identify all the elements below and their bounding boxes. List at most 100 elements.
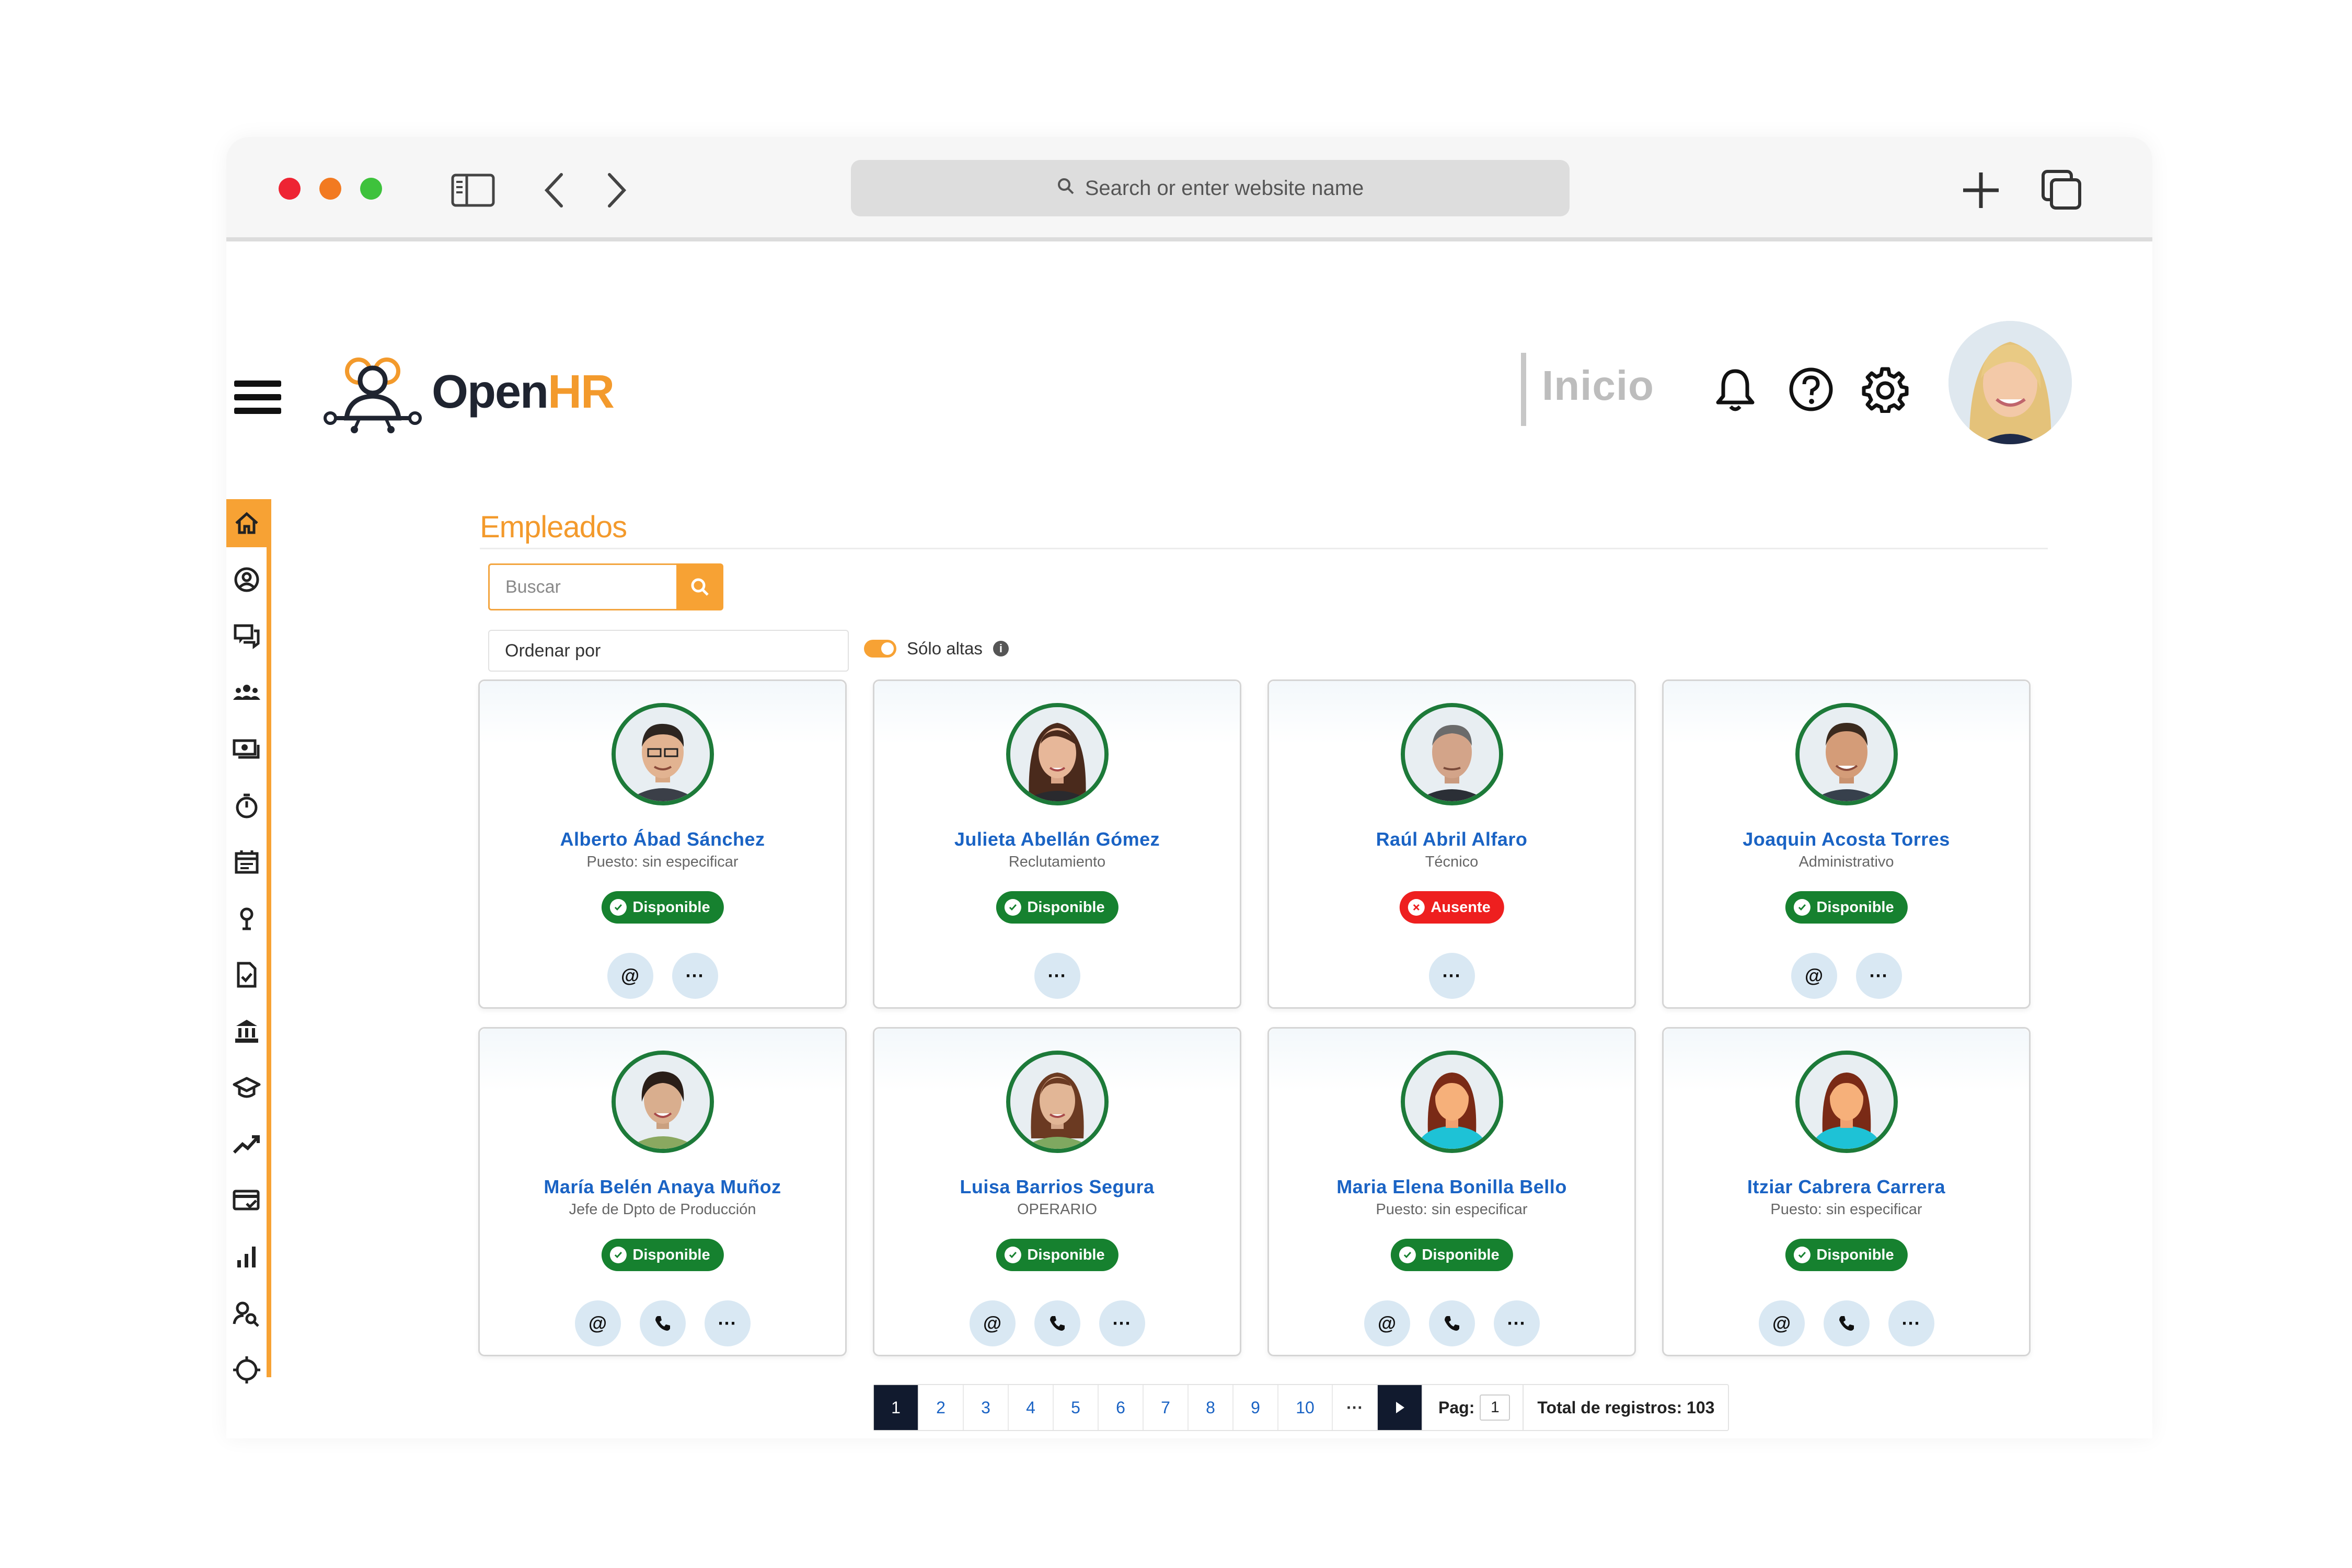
more-options-button[interactable]: ···	[1493, 1300, 1540, 1346]
page-ellipsis[interactable]: ···	[1333, 1385, 1378, 1430]
employee-card[interactable]: Maria Elena Bonilla Bello Puesto: sin es…	[1267, 1027, 1636, 1356]
window-minimize-button[interactable]	[319, 178, 341, 200]
sidebar-item-profile[interactable]	[226, 556, 267, 604]
employee-card[interactable]: Joaquin Acosta Torres Administrativo Dis…	[1662, 679, 2031, 1009]
email-button[interactable]: @	[969, 1300, 1016, 1346]
next-page-button[interactable]	[1378, 1385, 1423, 1430]
sidebar-item-reports[interactable]	[226, 1233, 267, 1281]
phone-button[interactable]	[1428, 1300, 1475, 1346]
team-icon	[233, 685, 260, 700]
sidebar-item-recruitment[interactable]	[226, 1289, 267, 1338]
employee-name[interactable]: Luisa Barrios Segura	[874, 1176, 1240, 1198]
page-button[interactable]: 4	[1009, 1385, 1054, 1430]
more-options-button[interactable]: ···	[1428, 953, 1475, 999]
employee-card[interactable]: Raúl Abril Alfaro Técnico Ausente ···	[1267, 679, 1636, 1009]
more-options-button[interactable]: ···	[1034, 953, 1080, 999]
title-divider	[480, 548, 2048, 549]
employee-name[interactable]: Alberto Ábad Sánchez	[480, 828, 845, 850]
sort-select[interactable]: Ordenar por	[488, 630, 849, 672]
timer-icon	[236, 793, 257, 818]
new-tab-icon[interactable]	[1957, 166, 2004, 214]
more-options-button[interactable]: ···	[704, 1300, 751, 1346]
page-button[interactable]: 3	[964, 1385, 1009, 1430]
search-input[interactable]	[488, 563, 676, 610]
back-icon[interactable]	[538, 166, 570, 214]
location-icon	[240, 907, 253, 930]
tabs-overview-icon[interactable]	[2038, 166, 2085, 214]
page-button[interactable]: 10	[1278, 1385, 1333, 1430]
page-button[interactable]: 5	[1054, 1385, 1099, 1430]
phone-button[interactable]	[1823, 1300, 1870, 1346]
employee-name[interactable]: Maria Elena Bonilla Bello	[1269, 1176, 1634, 1198]
employee-card[interactable]: Julieta Abellán Gómez Reclutamiento Disp…	[873, 679, 1241, 1009]
sidebar-toggle-icon[interactable]	[449, 166, 497, 214]
sidebar-item-expenses[interactable]	[226, 1177, 267, 1225]
status-badge: Disponible	[1785, 1239, 1908, 1271]
more-options-button[interactable]: ···	[672, 953, 718, 999]
sidebar-item-calendar[interactable]	[226, 838, 267, 886]
only-active-label: Sólo altas	[907, 639, 983, 658]
only-active-toggle[interactable]	[864, 640, 896, 658]
sidebar-item-home[interactable]	[226, 499, 267, 547]
user-avatar[interactable]	[1949, 321, 2072, 444]
page-button[interactable]: 8	[1189, 1385, 1233, 1430]
email-button[interactable]: @	[1758, 1300, 1805, 1346]
page-button[interactable]: 1	[874, 1385, 919, 1430]
page-button[interactable]: 9	[1233, 1385, 1278, 1430]
employee-card[interactable]: Luisa Barrios Segura OPERARIO Disponible…	[873, 1027, 1241, 1356]
address-bar[interactable]: Search or enter website name	[851, 160, 1570, 216]
page-number-input[interactable]: 1	[1480, 1394, 1511, 1421]
sidebar-item-bank[interactable]	[226, 1007, 267, 1055]
check-icon	[1793, 899, 1811, 916]
page-button[interactable]: 6	[1099, 1385, 1144, 1430]
sidebar-item-messages[interactable]	[226, 612, 267, 660]
employee-name[interactable]: María Belén Anaya Muñoz	[480, 1176, 845, 1198]
bar-chart-icon	[237, 1247, 256, 1267]
check-icon	[609, 899, 627, 916]
forward-icon[interactable]	[601, 166, 632, 214]
logo-people-icon	[324, 358, 422, 433]
sidebar-item-documents[interactable]	[226, 951, 267, 999]
sidebar-item-performance[interactable]	[226, 1120, 267, 1168]
phone-button[interactable]	[639, 1300, 686, 1346]
window-maximize-button[interactable]	[360, 178, 382, 200]
sidebar-item-time[interactable]	[226, 781, 267, 829]
info-icon[interactable]: i	[993, 641, 1009, 656]
sidebar-item-location[interactable]	[226, 894, 267, 942]
email-button[interactable]: @	[1364, 1300, 1410, 1346]
window-close-button[interactable]	[279, 178, 301, 200]
sidebar-item-payroll[interactable]	[226, 725, 267, 773]
phone-button[interactable]	[1034, 1300, 1080, 1346]
more-options-button[interactable]: ···	[1855, 953, 1902, 999]
breadcrumb-inicio[interactable]: Inicio	[1542, 362, 1654, 410]
search-button[interactable]	[676, 563, 723, 610]
email-button[interactable]: @	[607, 953, 653, 999]
check-icon	[1004, 899, 1021, 916]
employee-avatar	[1795, 703, 1898, 805]
email-button[interactable]: @	[1791, 953, 1837, 999]
employee-avatar	[611, 703, 714, 805]
page-button[interactable]: 2	[919, 1385, 964, 1430]
menu-icon[interactable]	[234, 381, 281, 414]
gear-icon[interactable]	[1862, 366, 1909, 414]
sidebar-item-training[interactable]	[226, 1064, 267, 1112]
employee-name[interactable]: Julieta Abellán Gómez	[874, 828, 1240, 850]
status-badge: Disponible	[601, 891, 724, 924]
employee-name[interactable]: Raúl Abril Alfaro	[1269, 828, 1634, 850]
employee-role: Jefe de Dpto de Producción	[569, 1201, 756, 1218]
employee-card[interactable]: María Belén Anaya Muñoz Jefe de Dpto de …	[478, 1027, 847, 1356]
employee-card[interactable]: Itziar Cabrera Carrera Puesto: sin espec…	[1662, 1027, 2031, 1356]
employee-card[interactable]: Alberto Ábad Sánchez Puesto: sin especif…	[478, 679, 847, 1009]
sidebar-item-objectives[interactable]	[226, 1346, 267, 1394]
employee-name[interactable]: Itziar Cabrera Carrera	[1664, 1176, 2029, 1198]
email-button[interactable]: @	[574, 1300, 621, 1346]
sidebar-item-team[interactable]	[226, 668, 267, 717]
card-actions: @ ···	[1664, 953, 2029, 999]
more-options-button[interactable]: ···	[1099, 1300, 1145, 1346]
employee-name[interactable]: Joaquin Acosta Torres	[1664, 828, 2029, 850]
employee-role: Reclutamiento	[1008, 854, 1106, 870]
help-icon[interactable]	[1788, 366, 1835, 413]
page-button[interactable]: 7	[1144, 1385, 1189, 1430]
bell-icon[interactable]	[1712, 366, 1759, 413]
more-options-button[interactable]: ···	[1888, 1300, 1934, 1346]
